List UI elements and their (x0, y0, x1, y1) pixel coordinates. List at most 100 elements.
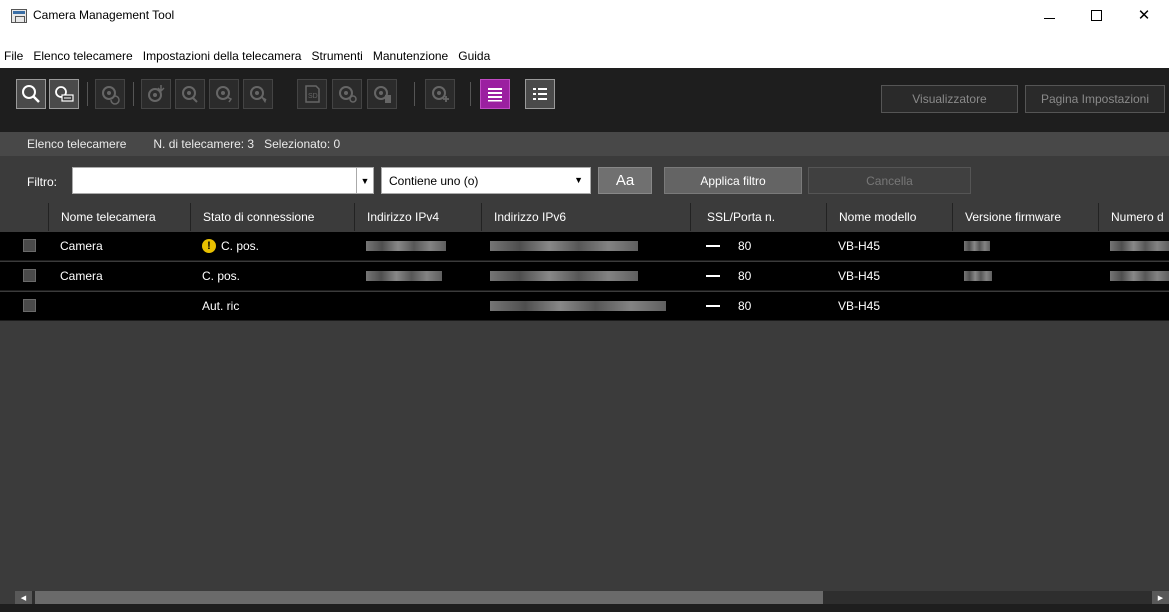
ipv6-address (490, 232, 638, 260)
maximize-icon (1090, 9, 1102, 21)
status-text: C. pos. (221, 239, 260, 253)
search-camera-button[interactable] (16, 79, 46, 109)
row-checkbox[interactable] (23, 239, 36, 252)
camera-list-header: Elenco telecamere N. di telecamere: 3 Se… (0, 132, 1169, 156)
column-header-port[interactable]: SSL/Porta n. (690, 203, 826, 231)
camera-list-title: Elenco telecamere (27, 137, 127, 151)
list-view-icon (488, 88, 502, 102)
dropdown-arrow-icon: ▼ (574, 175, 583, 185)
camera-gear-icon (339, 86, 357, 103)
camera-doc-button[interactable] (367, 79, 397, 109)
camera-name: Camera (60, 239, 103, 253)
maximize-button[interactable] (1073, 0, 1119, 30)
menu-camera-list[interactable]: Elenco telecamere (28, 49, 137, 63)
app-icon (11, 9, 27, 23)
camera-download-icon (148, 85, 165, 102)
camera-document-icon (374, 86, 391, 103)
firmware-version (964, 262, 992, 290)
port-number: 80 (738, 239, 752, 253)
row-checkbox[interactable] (23, 299, 36, 312)
match-case-button[interactable]: Aa (598, 167, 652, 194)
toolbar-separator (133, 82, 134, 106)
blurred-firmware (964, 241, 990, 251)
sd-card-button[interactable]: SD (297, 79, 327, 109)
search-icon (22, 85, 40, 103)
column-header-serial[interactable]: Numero d (1098, 203, 1169, 231)
blurred-ipv6 (490, 301, 666, 311)
close-button[interactable]: ✕ (1121, 0, 1167, 30)
menu-camera-settings[interactable]: Impostazioni della telecamera (138, 49, 307, 63)
camera-settings-button[interactable] (175, 79, 205, 109)
ssl-off-dash (706, 245, 720, 247)
serial-number (1110, 262, 1169, 290)
camera-pointer-icon (250, 86, 267, 104)
blurred-ipv4 (366, 241, 446, 251)
ssl-port: 80 (706, 232, 751, 260)
ipv6-address (490, 292, 666, 320)
model-name: VB-H45 (838, 299, 881, 313)
camera-connect-button[interactable] (209, 79, 239, 109)
camera-add-icon (432, 86, 449, 102)
scroll-left-button[interactable]: ◀ (15, 591, 32, 604)
table-row[interactable]: Camera C. pos. 80 VB-H45 (0, 262, 1169, 291)
toolbar-separator (470, 82, 471, 106)
table-row[interactable]: Aut. ric 80 VB-H45 (0, 292, 1169, 321)
minimize-icon (1043, 17, 1055, 19)
table-row[interactable]: Camera ! C. pos. 80 VB-H45 (0, 232, 1169, 261)
filter-input[interactable] (72, 167, 357, 194)
row-checkbox[interactable] (23, 269, 36, 282)
ipv4-address (366, 232, 446, 260)
scroll-right-button[interactable]: ▶ (1152, 591, 1169, 604)
settings-page-button[interactable]: Pagina Impostazioni (1025, 85, 1165, 113)
menu-help[interactable]: Guida (453, 49, 495, 63)
column-header-ipv4[interactable]: Indirizzo IPv4 (354, 203, 481, 231)
add-camera-plus-button[interactable] (425, 79, 455, 109)
table-header: Nome telecamera Stato di connessione Ind… (0, 203, 1169, 231)
menu-tools[interactable]: Strumenti (306, 49, 367, 63)
sd-label: SD (308, 93, 318, 100)
camera-user-button[interactable] (243, 79, 273, 109)
column-header-ipv6[interactable]: Indirizzo IPv6 (481, 203, 690, 231)
model-name: VB-H45 (838, 239, 881, 253)
column-header-name[interactable]: Nome telecamera (48, 203, 190, 231)
scrollbar-thumb[interactable] (35, 591, 823, 604)
menu-maintenance[interactable]: Manutenzione (368, 49, 453, 63)
camera-count: N. di telecamere: 3 (153, 137, 255, 151)
cancel-filter-button[interactable]: Cancella (808, 167, 971, 194)
column-header-model[interactable]: Nome modello (826, 203, 952, 231)
list-view-button[interactable] (480, 79, 510, 109)
detail-view-button[interactable] (525, 79, 555, 109)
blurred-ipv6 (490, 241, 638, 251)
apply-filter-button[interactable]: Applica filtro (664, 167, 802, 194)
port-number: 80 (738, 269, 752, 283)
serial-number (1110, 232, 1169, 260)
search-by-address-button[interactable] (49, 79, 79, 109)
refresh-camera-button[interactable] (95, 79, 125, 109)
viewer-button[interactable]: Visualizzatore (881, 85, 1018, 113)
ipv4-address (366, 262, 442, 290)
connection-status: ! C. pos. (202, 232, 259, 260)
filter-mode-select[interactable]: Contiene uno (o) ▼ (381, 167, 591, 194)
filter-history-dropdown[interactable]: ▼ (357, 167, 374, 194)
column-header-firmware[interactable]: Versione firmware (952, 203, 1098, 231)
camera-link-icon (216, 86, 233, 103)
ssl-port: 80 (706, 262, 751, 290)
minimize-button[interactable] (1026, 0, 1072, 30)
close-icon: ✕ (1137, 7, 1151, 24)
arrow-right-icon: ▶ (1157, 594, 1164, 602)
blurred-serial (1110, 241, 1169, 251)
filter-bar: Filtro: ▼ Contiene uno (o) ▼ Aa Applica … (0, 158, 1169, 203)
blurred-ipv4 (366, 271, 442, 281)
add-camera-button[interactable] (141, 79, 171, 109)
ssl-off-dash (706, 305, 720, 307)
column-header-checkbox[interactable] (0, 203, 48, 231)
camera-config-button[interactable] (332, 79, 362, 109)
sd-card-icon: SD (305, 85, 320, 103)
toolbar-separator (87, 82, 88, 106)
camera-search-icon (55, 86, 74, 102)
dropdown-arrow-icon: ▼ (360, 175, 370, 186)
column-header-status[interactable]: Stato di connessione (190, 203, 354, 231)
menu-file[interactable]: File (0, 49, 28, 63)
blurred-ipv6 (490, 271, 638, 281)
blurred-firmware (964, 271, 992, 281)
